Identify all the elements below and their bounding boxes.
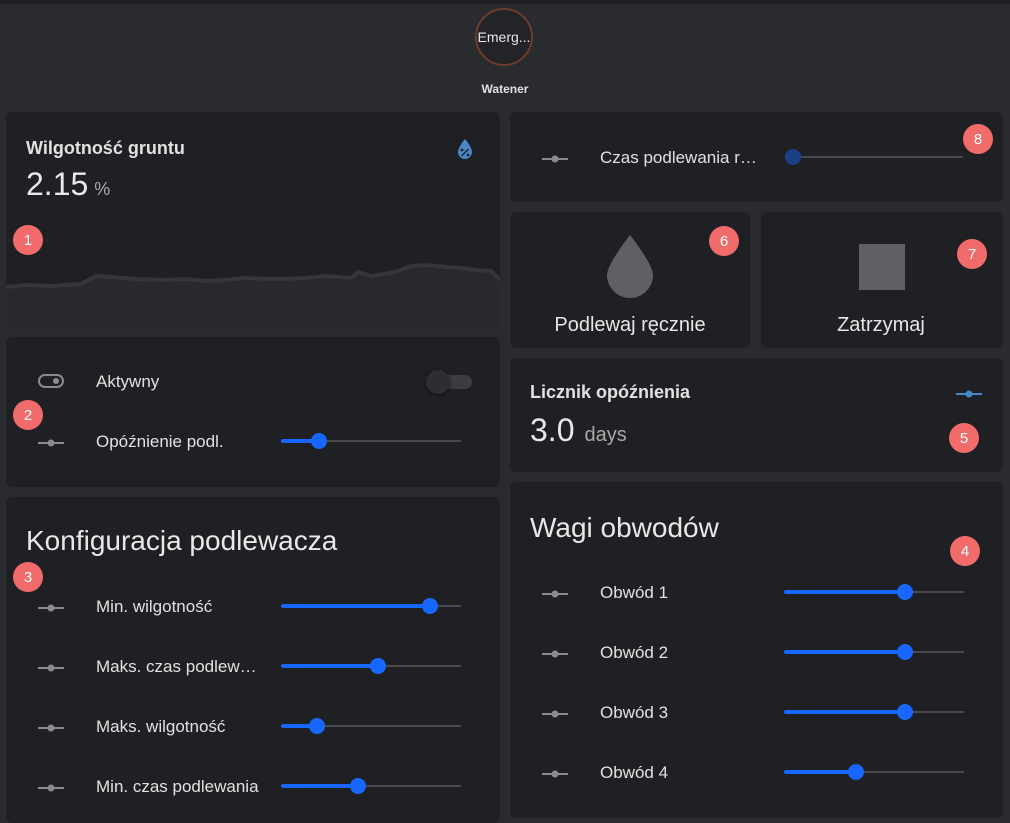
slider-icon: [542, 152, 568, 164]
soil-moisture-title: Wilgotność gruntu: [26, 138, 185, 158]
slider-icon: [542, 587, 568, 599]
soil-moisture-value: 2.15%: [26, 166, 110, 203]
delay-counter-unit: days: [584, 424, 627, 446]
marker-1: 1: [13, 225, 43, 255]
soil-moisture-number: 2.15: [26, 166, 89, 202]
config-label-4: Min. czas podlewania: [96, 777, 259, 796]
config-label-2: Maks. czas podlewania: [96, 657, 261, 676]
marker-3: 3: [13, 562, 43, 592]
config-slider-3[interactable]: [281, 718, 461, 734]
slider-icon: [542, 707, 568, 719]
slider-icon: [956, 387, 982, 399]
marker-4: 4: [950, 536, 980, 566]
marker-8: 8: [963, 124, 993, 154]
active-label: Aktywny: [96, 372, 160, 391]
slider-icon: [38, 601, 64, 613]
config-title: Konfiguracja podlewacza: [26, 525, 338, 556]
circuit-label-1: Obwód 1: [600, 583, 669, 602]
config-slider-1[interactable]: [281, 598, 461, 614]
circuit-label-2: Obwód 2: [600, 643, 669, 662]
circuits-card: Wagi obwodów Obwód 1 Obwód 2 Obwód 3 Obwód …: [510, 482, 1003, 818]
water-drop-icon: [605, 234, 655, 303]
config-slider-4[interactable]: [281, 778, 461, 794]
config-card: Konfiguracja podlewacza Min. wilgotność M…: [6, 497, 500, 823]
slider-icon: [542, 647, 568, 659]
config-label-1: Min. wilgotność: [96, 597, 213, 616]
circuit-slider-4[interactable]: [784, 764, 964, 780]
active-toggle[interactable]: [426, 370, 472, 394]
delay-counter-number: 3.0: [530, 412, 575, 448]
toggle-switch-icon: [38, 374, 64, 388]
manual-time-slider[interactable]: [785, 149, 963, 165]
config-label-3: Maks. wilgotność: [96, 717, 226, 736]
emergency-badge[interactable]: Emerg...: [475, 8, 533, 66]
stop-label: Zatrzymaj: [837, 314, 925, 336]
circuit-slider-2[interactable]: [784, 644, 964, 660]
stop-button[interactable]: Zatrzymaj: [761, 212, 1003, 348]
slider-icon: [38, 436, 64, 448]
delay-counter-title: Licznik opóźnienia: [530, 382, 691, 402]
marker-5: 5: [949, 423, 979, 453]
soil-moisture-sparkline: [6, 262, 500, 327]
slider-icon: [38, 781, 64, 793]
marker-7: 7: [957, 239, 987, 269]
slider-icon: [38, 661, 64, 673]
toggle-knob: [426, 370, 450, 394]
top-bar: [0, 0, 1010, 4]
marker-2: 2: [13, 400, 43, 430]
slider-icon: [38, 721, 64, 733]
soil-moisture-unit: %: [94, 179, 111, 199]
delay-counter-value: 3.0 days: [530, 412, 627, 449]
slider-icon: [542, 767, 568, 779]
badge-text: Emerg...: [477, 29, 531, 45]
marker-6: 6: [709, 226, 739, 256]
delay-slider[interactable]: [281, 433, 461, 449]
manual-time-label: Czas podlewania ręcznego: [600, 148, 762, 167]
controls-card: Aktywny Opóźnienie podl.: [6, 337, 500, 487]
config-slider-2[interactable]: [281, 658, 461, 674]
water-manually-label: Podlewaj ręcznie: [554, 314, 706, 336]
circuit-label-4: Obwód 4: [600, 763, 669, 782]
delay-counter-card[interactable]: Licznik opóźnienia 3.0 days: [510, 358, 1003, 472]
stop-icon: [859, 244, 905, 290]
circuit-label-3: Obwód 3: [600, 703, 669, 722]
manual-time-card: Czas podlewania ręcznego: [510, 112, 1003, 202]
circuit-slider-3[interactable]: [784, 704, 964, 720]
delay-label: Opóźnienie podl.: [96, 432, 224, 451]
water-percent-icon: [456, 138, 474, 160]
circuits-title: Wagi obwodów: [530, 512, 719, 543]
soil-moisture-card[interactable]: Wilgotność gruntu 2.15%: [6, 112, 500, 327]
badge-label: Watener: [481, 82, 529, 96]
circuit-slider-1[interactable]: [784, 584, 964, 600]
